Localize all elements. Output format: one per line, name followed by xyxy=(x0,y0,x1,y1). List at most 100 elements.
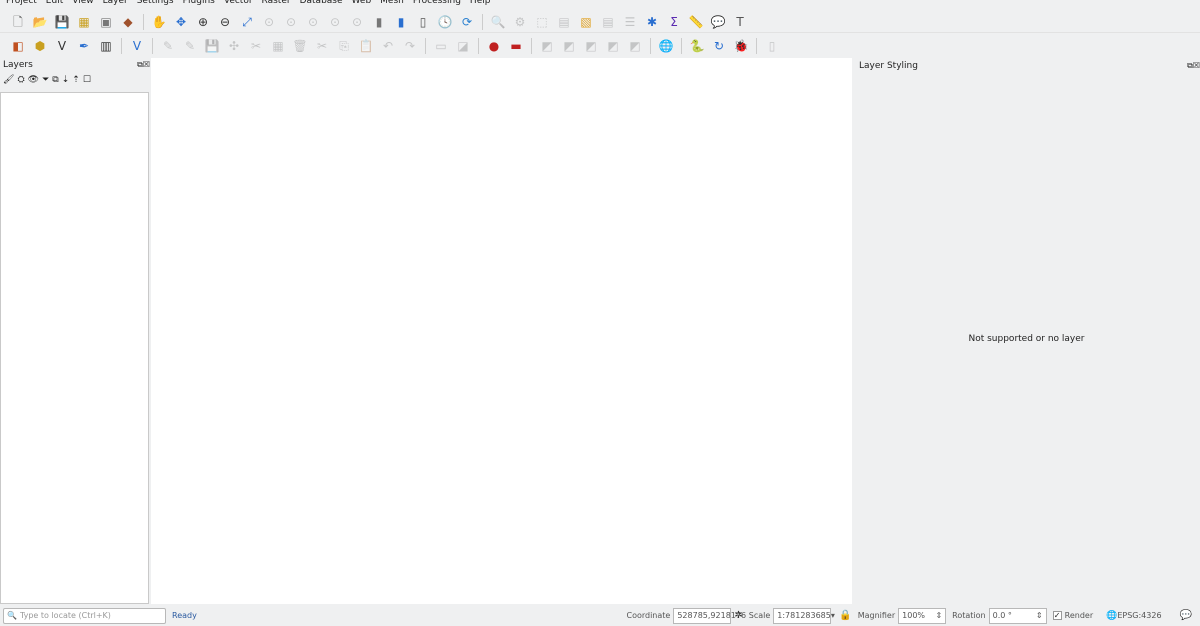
spin-icon[interactable]: ⇕ xyxy=(1036,611,1043,620)
refresh-icon[interactable]: ⟳ xyxy=(459,14,475,30)
new-gpx-layer-icon[interactable]: V xyxy=(129,38,145,54)
copy-features-icon[interactable]: ⎘ xyxy=(336,38,352,54)
menu-web[interactable]: Web xyxy=(352,0,372,8)
new-bookmark-icon[interactable]: ▮ xyxy=(371,14,387,30)
menu-edit[interactable]: Edit xyxy=(46,0,63,8)
globe-icon[interactable]: 🌐 xyxy=(658,38,674,54)
spin-icon[interactable]: ⇕ xyxy=(935,611,942,620)
globe-crs-icon[interactable]: 🌐 xyxy=(1106,611,1117,621)
field-calculator-icon[interactable]: ☰ xyxy=(622,14,638,30)
layers-tool-0-icon[interactable]: 🖌 xyxy=(3,75,14,85)
magnifier-spinbox[interactable]: 100% ⇕ xyxy=(898,607,947,624)
open-project-icon[interactable]: 📂 xyxy=(32,14,48,30)
sum-icon[interactable]: Σ xyxy=(666,14,682,30)
plugin-reloader-icon[interactable]: ↻ xyxy=(711,38,727,54)
show-bookmarks-icon[interactable]: ▮ xyxy=(393,14,409,30)
layers-tool-1-icon[interactable]: ⛭ xyxy=(17,75,24,85)
new-project-icon[interactable]: 🗋 xyxy=(10,14,26,30)
delete-selected-icon[interactable]: 🗑 xyxy=(292,38,308,54)
zoom-last-icon[interactable]: ⊙ xyxy=(327,14,343,30)
digitize-4-icon[interactable]: ◩ xyxy=(605,38,621,54)
zoom-selection-icon[interactable]: ⊙ xyxy=(261,14,277,30)
digitize-5-icon[interactable]: ◩ xyxy=(627,38,643,54)
zoom-native-icon[interactable]: ⊙ xyxy=(305,14,321,30)
identify-icon[interactable]: 🔍 xyxy=(490,14,506,30)
digitize-3-icon[interactable]: ◩ xyxy=(583,38,599,54)
layers-tree[interactable] xyxy=(0,92,149,604)
render-checkbox[interactable]: ✓ xyxy=(1052,611,1062,620)
crs-button[interactable]: EPSG:4326 xyxy=(1117,611,1161,620)
toggle-extents-icon[interactable]: ✲ xyxy=(734,610,742,621)
zoom-next-icon[interactable]: ⊙ xyxy=(349,14,365,30)
modify-attributes-icon[interactable]: ▦ xyxy=(270,38,286,54)
attribute-table-icon[interactable]: ▤ xyxy=(600,14,616,30)
layers-tool-7-icon[interactable]: ☐ xyxy=(83,75,91,85)
zoom-in-icon[interactable]: ⊕ xyxy=(195,14,211,30)
layers-tool-4-icon[interactable]: ⧉ xyxy=(52,75,58,85)
temporal-controller-icon[interactable]: 🕓 xyxy=(437,14,453,30)
menu-database[interactable]: Database xyxy=(300,0,343,8)
paste-features-icon[interactable]: 📋 xyxy=(358,38,374,54)
menu-vector[interactable]: Vector xyxy=(224,0,253,8)
new-spatialite-layer-icon[interactable]: ✒ xyxy=(76,38,92,54)
menu-project[interactable]: Project xyxy=(6,0,37,8)
actions-icon[interactable]: ⚙ xyxy=(512,14,528,30)
rotation-spinbox[interactable]: 0.0 ° ⇕ xyxy=(988,607,1047,624)
menu-view[interactable]: View xyxy=(72,0,93,8)
vertex-tool-icon[interactable]: ✂ xyxy=(248,38,264,54)
label-tool-icon[interactable]: ▭ xyxy=(433,38,449,54)
menu-processing[interactable]: Processing xyxy=(413,0,461,8)
toggle-editing-icon[interactable]: ✎ xyxy=(182,38,198,54)
layers-tool-3-icon[interactable]: ⏷ xyxy=(42,75,49,85)
spatial-bookmarks-icon[interactable]: ▯ xyxy=(415,14,431,30)
panel-float-close-icons[interactable]: ⧉☒ xyxy=(1187,61,1200,71)
python-console-icon[interactable]: 🐍 xyxy=(689,38,705,54)
pin-labels-icon[interactable]: ◪ xyxy=(455,38,471,54)
highlight-pinned-icon[interactable]: ● xyxy=(486,38,502,54)
menu-mesh[interactable]: Mesh xyxy=(380,0,404,8)
menu-plugins[interactable]: Plugins xyxy=(183,0,215,8)
deselect-icon[interactable]: ▤ xyxy=(556,14,572,30)
layers-tool-5-icon[interactable]: ⇣ xyxy=(62,75,70,85)
redo-icon[interactable]: ↷ xyxy=(402,38,418,54)
pan-icon[interactable]: ✋ xyxy=(151,14,167,30)
menu-raster[interactable]: Raster xyxy=(262,0,291,8)
panel-toggle-icon[interactable]: ▯ xyxy=(764,38,780,54)
new-virtual-layer-icon[interactable]: ▥ xyxy=(98,38,114,54)
pan-to-selection-icon[interactable]: ✥ xyxy=(173,14,189,30)
select-value-icon[interactable]: ▧ xyxy=(578,14,594,30)
data-source-manager-icon[interactable]: ◧ xyxy=(10,38,26,54)
undo-icon[interactable]: ↶ xyxy=(380,38,396,54)
debug-icon[interactable]: 🐞 xyxy=(733,38,749,54)
panel-float-close-icons[interactable]: ⧉☒ xyxy=(137,60,150,70)
current-edits-icon[interactable]: ✎ xyxy=(160,38,176,54)
new-shapefile-layer-icon[interactable]: V xyxy=(54,38,70,54)
messages-icon[interactable]: 💬 xyxy=(1180,610,1192,621)
style-manager-icon[interactable]: ◆ xyxy=(120,14,136,30)
measure-icon[interactable]: 📏 xyxy=(688,14,704,30)
map-tips-icon[interactable]: 💬 xyxy=(710,14,726,30)
zoom-layer-icon[interactable]: ⊙ xyxy=(283,14,299,30)
coordinate-field[interactable]: 528785,9218176 xyxy=(673,607,746,624)
add-feature-icon[interactable]: ✣ xyxy=(226,38,242,54)
label-toolbar-icon[interactable]: ▬ xyxy=(508,38,524,54)
locator-search[interactable]: 🔍 Type to locate (Ctrl+K) xyxy=(3,607,166,624)
save-edits-icon[interactable]: 💾 xyxy=(204,38,220,54)
new-geopackage-layer-icon[interactable]: ⬢ xyxy=(32,38,48,54)
save-project-icon[interactable]: 💾 xyxy=(54,14,70,30)
new-print-layout-icon[interactable]: ▦ xyxy=(76,14,92,30)
menu-layer[interactable]: Layer xyxy=(103,0,128,8)
cut-features-icon[interactable]: ✂ xyxy=(314,38,330,54)
statistics-icon[interactable]: ✱ xyxy=(644,14,660,30)
lock-icon[interactable]: 🔒 xyxy=(839,610,851,621)
map-canvas[interactable] xyxy=(151,58,852,604)
layers-tool-6-icon[interactable]: ⇡ xyxy=(72,75,80,85)
zoom-out-icon[interactable]: ⊖ xyxy=(217,14,233,30)
digitize-2-icon[interactable]: ◩ xyxy=(561,38,577,54)
text-annotation-icon[interactable]: T xyxy=(732,14,748,30)
menu-help[interactable]: Help xyxy=(470,0,491,8)
zoom-full-icon[interactable]: ⤢ xyxy=(239,14,255,30)
layers-tool-2-icon[interactable]: 👁 xyxy=(28,75,39,85)
menu-settings[interactable]: Settings xyxy=(137,0,174,8)
scale-combo[interactable]: 1:781283685 ▾ xyxy=(773,607,835,624)
